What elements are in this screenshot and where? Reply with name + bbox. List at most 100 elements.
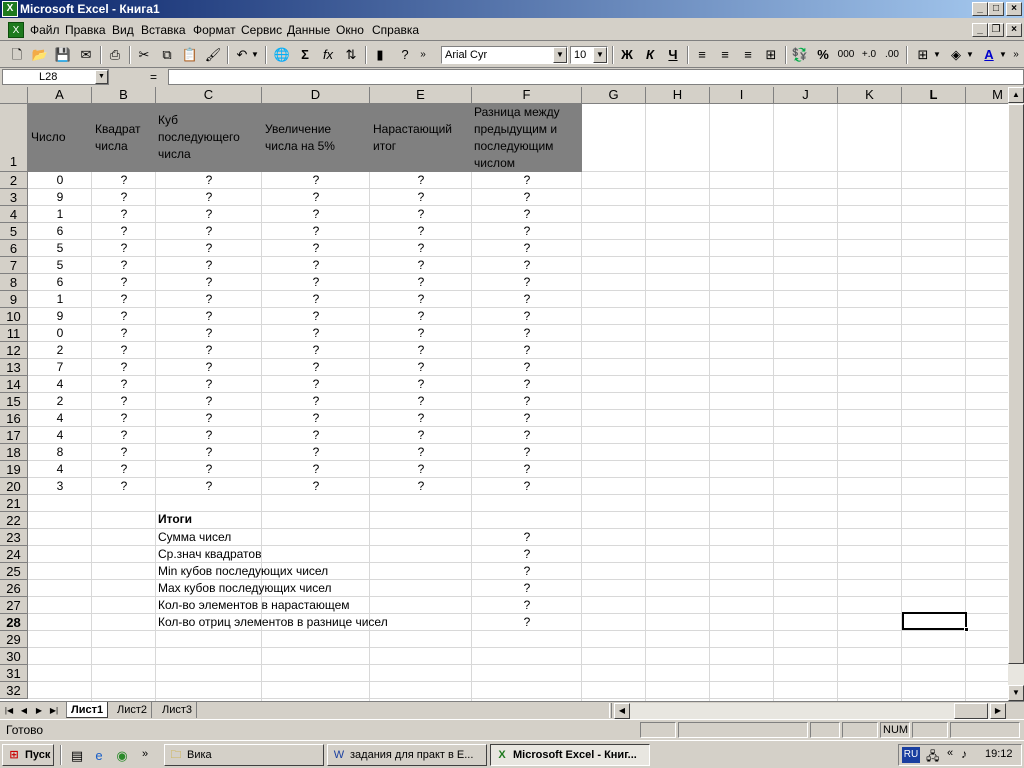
cell-placeholder[interactable]: ? (262, 342, 370, 359)
merge-center-icon[interactable]: ⊞ (760, 45, 782, 65)
bold-button[interactable]: Ж (616, 45, 638, 65)
cell-placeholder[interactable]: ? (92, 325, 156, 342)
column-header-d[interactable]: D (262, 87, 370, 104)
currency-icon[interactable]: 💱 (789, 45, 811, 65)
column-header-k[interactable]: K (838, 87, 902, 104)
cell-placeholder[interactable]: ? (156, 206, 262, 223)
task-button-word[interactable]: W задания для практ в Е... (327, 744, 487, 766)
italic-button[interactable]: К (639, 45, 661, 65)
cell-placeholder[interactable]: ? (370, 410, 472, 427)
cell-placeholder[interactable]: ? (370, 359, 472, 376)
cell-placeholder[interactable]: ? (92, 189, 156, 206)
vertical-scroll-thumb[interactable] (1008, 104, 1024, 664)
internet-explorer-icon[interactable]: e (90, 746, 108, 766)
cell-placeholder[interactable]: ? (156, 325, 262, 342)
cell-placeholder[interactable]: ? (92, 427, 156, 444)
cell-placeholder[interactable]: ? (472, 444, 582, 461)
cell-placeholder[interactable]: ? (472, 223, 582, 240)
totals-label[interactable]: Кол-во отриц элементов в разнице чисел (158, 614, 388, 631)
cell-placeholder[interactable]: ? (156, 291, 262, 308)
cell-placeholder[interactable]: ? (262, 376, 370, 393)
cell-placeholder[interactable]: ? (472, 308, 582, 325)
cell-number[interactable]: 4 (28, 461, 92, 478)
row-header-11[interactable]: 11 (0, 325, 28, 342)
cell-placeholder[interactable]: ? (92, 393, 156, 410)
media-player-icon[interactable]: ◉ (113, 746, 131, 766)
cell-number[interactable]: 9 (28, 308, 92, 325)
doc-close-button[interactable]: × (1006, 23, 1022, 37)
doc-restore-button[interactable]: ❐ (988, 23, 1004, 37)
totals-value[interactable]: ? (472, 597, 582, 614)
row-header-13[interactable]: 13 (0, 359, 28, 376)
column-header-b[interactable]: B (92, 87, 156, 104)
column-header-m[interactable]: M (966, 87, 1008, 104)
row-header-14[interactable]: 14 (0, 376, 28, 393)
header-cell-f[interactable]: Разница между предыдущим и последующим ч… (474, 104, 560, 172)
scroll-up-icon[interactable]: ▲ (1008, 87, 1024, 103)
align-center-icon[interactable]: ≡ (714, 45, 736, 65)
fill-color-icon[interactable]: ◈ (945, 45, 967, 65)
totals-label[interactable]: Min кубов последующих чисел (158, 563, 328, 580)
cell-placeholder[interactable]: ? (370, 189, 472, 206)
cell-placeholder[interactable]: ? (472, 257, 582, 274)
cell-number[interactable]: 3 (28, 478, 92, 495)
cell-placeholder[interactable]: ? (370, 444, 472, 461)
chevron-down-icon[interactable]: ▼ (593, 47, 607, 63)
cell-placeholder[interactable]: ? (92, 291, 156, 308)
sort-icon[interactable]: ⇅ (340, 45, 362, 65)
horizontal-scroll-thumb[interactable] (954, 703, 988, 719)
row-header-12[interactable]: 12 (0, 342, 28, 359)
cell-placeholder[interactable]: ? (156, 444, 262, 461)
row-header-2[interactable]: 2 (0, 172, 28, 189)
start-button[interactable]: ⊞ Пуск (2, 744, 54, 766)
row-header-30[interactable]: 30 (0, 648, 28, 665)
header-cell-d[interactable]: Увеличение числа на 5% (265, 121, 335, 155)
cell-placeholder[interactable]: ? (262, 393, 370, 410)
cell-placeholder[interactable]: ? (156, 342, 262, 359)
totals-label[interactable]: Сумма чисел (158, 529, 231, 546)
cell-placeholder[interactable]: ? (370, 257, 472, 274)
font-name-select[interactable]: Arial Cyr ▼ (441, 46, 568, 64)
cell-placeholder[interactable]: ? (92, 376, 156, 393)
column-header-l[interactable]: L (902, 87, 966, 104)
cell-placeholder[interactable]: ? (472, 376, 582, 393)
totals-label[interactable]: Ср.знач квадратов (158, 546, 261, 563)
cell-placeholder[interactable]: ? (156, 172, 262, 189)
font-color-icon[interactable]: A (978, 45, 1000, 65)
autosum-icon[interactable]: Σ (294, 45, 316, 65)
cell-placeholder[interactable]: ? (156, 461, 262, 478)
font-size-select[interactable]: 10 ▼ (570, 46, 608, 64)
cell-placeholder[interactable]: ? (370, 393, 472, 410)
align-right-icon[interactable]: ≡ (737, 45, 759, 65)
task-button-folder[interactable]: 🗀 Вика (164, 744, 324, 766)
quicklaunch-more-icon[interactable]: » (138, 744, 152, 764)
next-sheet-icon[interactable]: ▶ (32, 704, 46, 718)
new-icon[interactable]: 🗋 (6, 45, 28, 65)
cell-placeholder[interactable]: ? (472, 325, 582, 342)
tray-more-icon[interactable]: « (947, 747, 953, 759)
cell-placeholder[interactable]: ? (262, 274, 370, 291)
cell-number[interactable]: 5 (28, 240, 92, 257)
cell-placeholder[interactable]: ? (262, 427, 370, 444)
totals-value[interactable]: ? (472, 563, 582, 580)
sheet-tab-1[interactable]: Лист1 (66, 702, 109, 718)
cell-placeholder[interactable]: ? (262, 189, 370, 206)
header-cell-c[interactable]: Куб последующего числа (158, 112, 240, 163)
cell-placeholder[interactable]: ? (472, 359, 582, 376)
last-sheet-icon[interactable]: ▶| (47, 704, 61, 718)
totals-title[interactable]: Итоги (158, 511, 192, 528)
minimize-button[interactable]: _ (972, 2, 988, 16)
menu-help[interactable]: Справка (372, 23, 419, 37)
cell-placeholder[interactable]: ? (370, 240, 472, 257)
cell-number[interactable]: 8 (28, 444, 92, 461)
sheet-tab-2[interactable]: Лист2 (113, 702, 153, 718)
paste-icon[interactable]: 📋 (179, 45, 201, 65)
row-header-28[interactable]: 28 (0, 614, 28, 631)
toolbar-more-icon[interactable]: » (1010, 45, 1022, 65)
first-sheet-icon[interactable]: |◀ (2, 704, 16, 718)
underline-button[interactable]: Ч (662, 45, 684, 65)
cell-placeholder[interactable]: ? (370, 308, 472, 325)
row-header-20[interactable]: 20 (0, 478, 28, 495)
help-icon[interactable]: ? (394, 45, 416, 65)
cell-placeholder[interactable]: ? (92, 342, 156, 359)
